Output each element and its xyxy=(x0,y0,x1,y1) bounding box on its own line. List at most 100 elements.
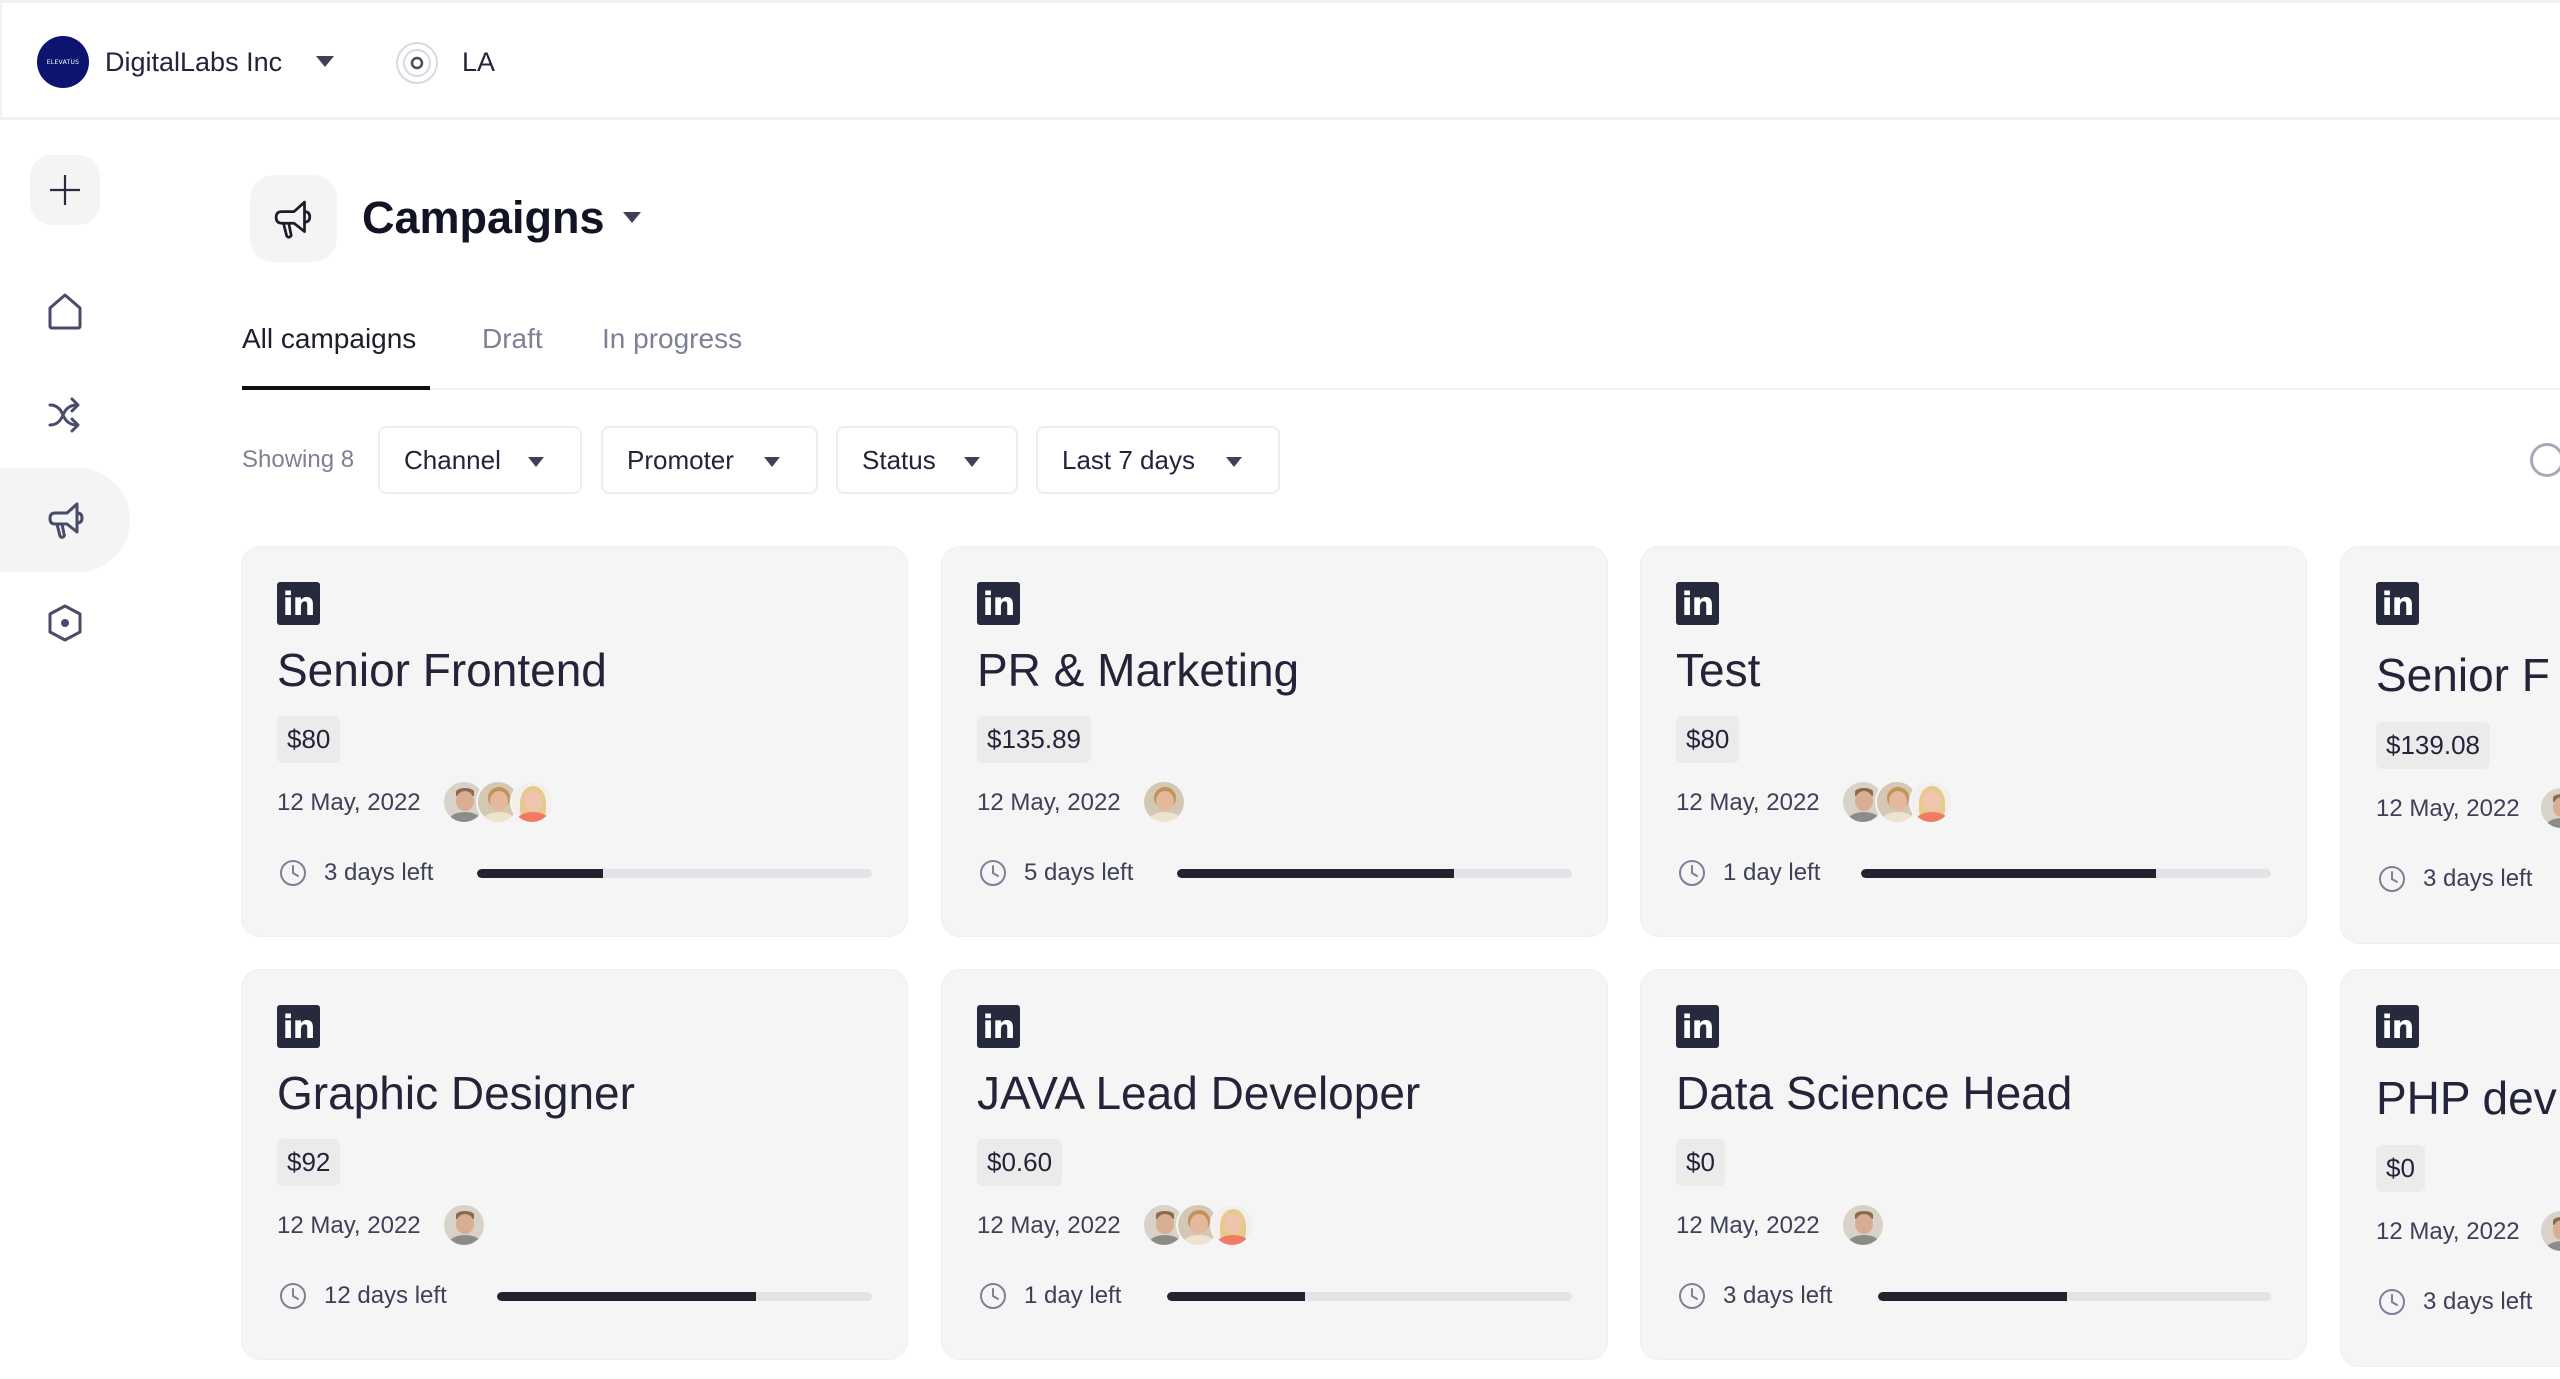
refresh-icon[interactable] xyxy=(2530,443,2560,477)
time-left: 1 day left xyxy=(1723,859,1821,886)
clock-icon xyxy=(980,860,1006,886)
tab-all-campaigns[interactable]: All campaigns xyxy=(242,322,416,356)
linkedin-icon: in xyxy=(1676,582,1719,625)
clock-icon xyxy=(980,1283,1006,1309)
campaign-date: 12 May, 2022 xyxy=(977,1212,1121,1239)
progress-bar xyxy=(477,869,872,878)
promoter-avatars xyxy=(1841,1203,1885,1247)
campaign-title: Data Science Head xyxy=(1676,1067,2073,1119)
progress-bar xyxy=(1878,1292,2271,1301)
location-target-icon[interactable] xyxy=(395,41,439,85)
avatar[interactable] xyxy=(510,780,554,824)
org-logo-text: ELEVATUS xyxy=(46,58,80,66)
promoter-avatars xyxy=(2539,1209,2560,1253)
linkedin-icon: in xyxy=(2376,582,2419,625)
megaphone-icon xyxy=(48,502,84,539)
time-left: 3 days left xyxy=(2423,865,2533,892)
avatar[interactable] xyxy=(1142,780,1186,824)
location-name[interactable]: LA xyxy=(462,45,495,79)
campaign-card[interactable]: in Data Science Head $0 12 May, 2022 3 d… xyxy=(1641,970,2306,1359)
promoter-filter-dropdown[interactable]: Promoter xyxy=(601,426,818,494)
campaign-budget: $0.60 xyxy=(977,1139,1063,1186)
campaign-title: JAVA Lead Developer xyxy=(977,1067,1421,1119)
avatar[interactable] xyxy=(1210,1203,1254,1247)
org-name[interactable]: DigitalLabs Inc xyxy=(105,45,282,79)
campaign-title: Senior Frontend xyxy=(277,644,607,696)
time-left: 3 days left xyxy=(1723,1282,1833,1309)
time-left: 5 days left xyxy=(1024,859,1134,886)
title-dropdown-caret-icon[interactable] xyxy=(623,212,641,223)
status-filter-label: Status xyxy=(862,445,936,475)
tab-in-progress[interactable]: In progress xyxy=(602,322,742,356)
campaign-title: PR & Marketing xyxy=(977,644,1300,696)
clock-icon xyxy=(1679,1283,1705,1309)
campaign-tabs: All campaigns Draft In progress xyxy=(242,310,2560,390)
time-left: 3 days left xyxy=(2423,1288,2533,1315)
promoter-avatars xyxy=(442,1203,486,1247)
avatar[interactable] xyxy=(2539,786,2560,830)
results-count: Showing 8 xyxy=(242,446,355,473)
date-range-filter-label: Last 7 days xyxy=(1062,445,1195,475)
campaign-card[interactable]: in JAVA Lead Developer $0.60 12 May, 202… xyxy=(942,970,1607,1359)
campaign-date: 12 May, 2022 xyxy=(277,789,421,816)
campaign-budget: $139.08 xyxy=(2376,722,2490,769)
sidebar-item-workflows[interactable] xyxy=(30,380,100,450)
channel-filter-label: Channel xyxy=(404,445,501,475)
progress-fill xyxy=(1878,1292,2067,1301)
campaign-date: 12 May, 2022 xyxy=(2376,795,2520,822)
progress-fill xyxy=(497,1292,756,1301)
hexagon-icon xyxy=(48,604,82,642)
campaign-budget: $135.89 xyxy=(977,716,1091,763)
campaign-date: 12 May, 2022 xyxy=(977,789,1121,816)
campaign-card[interactable]: in PHP dev $0 12 May, 2022 3 days left xyxy=(2341,970,2560,1366)
campaign-budget: $0 xyxy=(2376,1145,2425,1192)
shuffle-icon xyxy=(48,397,80,433)
clock-icon xyxy=(280,1283,306,1309)
org-dropdown-caret-icon[interactable] xyxy=(316,56,334,67)
linkedin-icon: in xyxy=(977,1005,1020,1048)
campaign-card[interactable]: in Senior Frontend $80 12 May, 2022 3 da… xyxy=(242,547,907,936)
progress-bar xyxy=(1167,1292,1572,1301)
sidebar-item-settings[interactable] xyxy=(30,588,100,658)
megaphone-icon xyxy=(274,200,311,239)
org-logo[interactable]: ELEVATUS xyxy=(37,36,89,88)
avatar[interactable] xyxy=(1841,1203,1885,1247)
campaign-card[interactable]: in Senior F $139.08 12 May, 2022 3 days … xyxy=(2341,547,2560,943)
channel-filter-dropdown[interactable]: Channel xyxy=(378,426,582,494)
time-left: 3 days left xyxy=(324,859,434,886)
active-tab-indicator xyxy=(242,386,430,390)
clock-icon xyxy=(280,860,306,886)
campaign-budget: $0 xyxy=(1676,1139,1725,1186)
avatar[interactable] xyxy=(1909,780,1953,824)
clock-icon xyxy=(2379,866,2405,892)
sidebar-item-home[interactable] xyxy=(30,276,100,346)
sidebar-item-campaigns[interactable] xyxy=(0,468,130,572)
campaign-date: 12 May, 2022 xyxy=(277,1212,421,1239)
promoter-avatars xyxy=(1142,780,1186,824)
plus-icon xyxy=(50,175,80,205)
linkedin-icon: in xyxy=(277,582,320,625)
promoter-avatars xyxy=(2539,786,2560,830)
campaign-budget: $80 xyxy=(277,716,341,763)
campaign-budget: $80 xyxy=(1676,716,1740,763)
chevron-down-icon xyxy=(528,457,544,467)
campaign-date: 12 May, 2022 xyxy=(1676,789,1820,816)
promoter-avatars xyxy=(1841,780,1953,824)
campaign-card[interactable]: in Graphic Designer $92 12 May, 2022 12 … xyxy=(242,970,907,1359)
sidebar-add-button[interactable] xyxy=(30,155,100,225)
time-left: 1 day left xyxy=(1024,1282,1122,1309)
campaign-card[interactable]: in PR & Marketing $135.89 12 May, 2022 5… xyxy=(942,547,1607,936)
status-filter-dropdown[interactable]: Status xyxy=(836,426,1018,494)
avatar[interactable] xyxy=(2539,1209,2560,1253)
tab-draft[interactable]: Draft xyxy=(482,322,543,356)
progress-bar xyxy=(1861,869,2271,878)
campaign-title: Graphic Designer xyxy=(277,1067,635,1119)
time-left: 12 days left xyxy=(324,1282,447,1309)
page-icon-box xyxy=(250,175,337,262)
promoter-avatars xyxy=(1142,1203,1254,1247)
avatar[interactable] xyxy=(442,1203,486,1247)
campaign-card[interactable]: in Test $80 12 May, 2022 1 day left xyxy=(1641,547,2306,936)
linkedin-icon: in xyxy=(277,1005,320,1048)
linkedin-icon: in xyxy=(1676,1005,1719,1048)
date-range-filter-dropdown[interactable]: Last 7 days xyxy=(1036,426,1280,494)
